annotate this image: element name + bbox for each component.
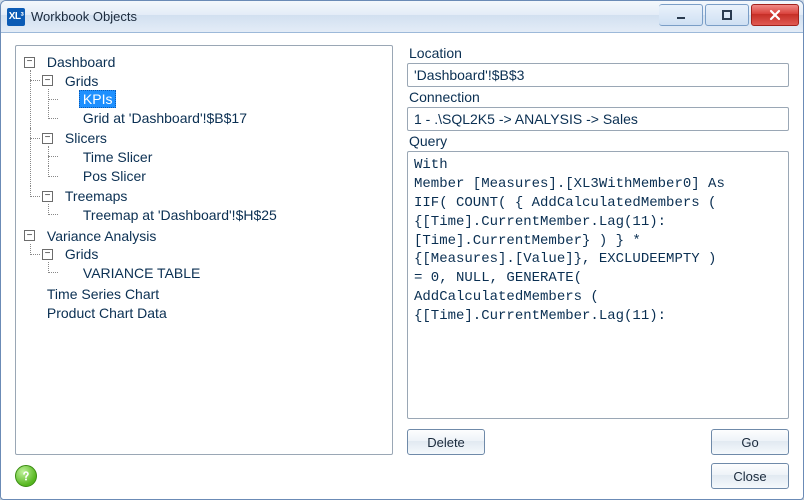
help-icon	[19, 469, 33, 483]
tree-toggle[interactable]: −	[42, 75, 53, 86]
workbook-objects-dialog: XL³ Workbook Objects − Dashb	[0, 0, 804, 500]
location-field[interactable]: 'Dashboard'!$B$3	[407, 63, 789, 87]
connection-label: Connection	[407, 89, 789, 105]
action-buttons: Delete Go	[407, 421, 789, 455]
tree-toggle[interactable]: −	[42, 133, 53, 144]
tree-item-time-series-chart[interactable]: Time Series Chart	[43, 285, 163, 303]
query-label: Query	[407, 133, 789, 149]
query-field[interactable]: With Member [Measures].[XL3WithMember0] …	[407, 151, 789, 419]
connection-field[interactable]: 1 - .\SQL2K5 -> ANALYSIS -> Sales	[407, 107, 789, 131]
tree-toggle[interactable]: −	[42, 191, 53, 202]
close-window-button[interactable]	[751, 4, 799, 26]
details-panel: Location 'Dashboard'!$B$3 Connection 1 -…	[407, 45, 789, 455]
window-title: Workbook Objects	[31, 9, 137, 24]
go-button[interactable]: Go	[711, 429, 789, 455]
close-button[interactable]: Close	[711, 463, 789, 489]
titlebar[interactable]: XL³ Workbook Objects	[1, 1, 803, 33]
window-controls	[657, 1, 803, 32]
tree-item-product-chart-data[interactable]: Product Chart Data	[43, 304, 171, 322]
tree-item-slicers[interactable]: Slicers	[61, 129, 111, 147]
tree-item-pos-slicer[interactable]: Pos Slicer	[79, 167, 150, 185]
tree-item-kpis[interactable]: KPIs	[79, 90, 117, 108]
maximize-button[interactable]	[705, 4, 749, 26]
tree-item-treemap-h25[interactable]: Treemap at 'Dashboard'!$H$25	[79, 206, 281, 224]
tree-toggle[interactable]: −	[24, 57, 35, 68]
maximize-icon	[720, 8, 734, 22]
minimize-icon	[674, 8, 688, 22]
tree-item-grids[interactable]: Grids	[61, 72, 102, 90]
tree-item-grid-b17[interactable]: Grid at 'Dashboard'!$B$17	[79, 109, 251, 127]
tree-item-time-slicer[interactable]: Time Slicer	[79, 148, 157, 166]
close-icon	[767, 8, 783, 22]
help-button[interactable]	[15, 465, 37, 487]
tree-item-variance-table[interactable]: VARIANCE TABLE	[79, 264, 204, 282]
tree-item-treemaps[interactable]: Treemaps	[61, 187, 132, 205]
location-label: Location	[407, 45, 789, 61]
tree-item-variance-grids[interactable]: Grids	[61, 245, 102, 263]
dialog-footer: Close	[15, 461, 789, 489]
tree-item-variance-analysis[interactable]: Variance Analysis	[43, 227, 160, 245]
minimize-button[interactable]	[659, 4, 703, 26]
dialog-body: − Dashboard − Grids	[1, 33, 803, 499]
app-icon: XL³	[7, 8, 25, 26]
delete-button[interactable]: Delete	[407, 429, 485, 455]
tree-item-dashboard[interactable]: Dashboard	[43, 53, 120, 71]
tree-toggle[interactable]: −	[42, 249, 53, 260]
tree-toggle[interactable]: −	[24, 230, 35, 241]
object-tree[interactable]: − Dashboard − Grids	[15, 45, 393, 455]
